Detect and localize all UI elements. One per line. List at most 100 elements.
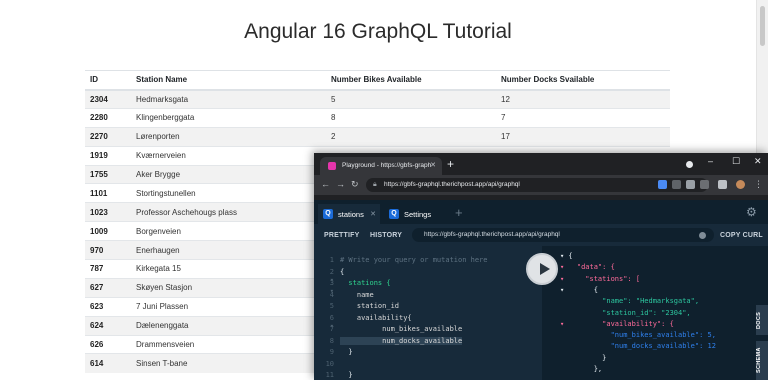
code-line: stations {: [340, 279, 391, 287]
column-header-docks-available: Number Docks Svailable: [496, 70, 670, 91]
cell-station-name: Borgenveien: [131, 221, 326, 241]
address-bar-url: https://gbfs-graphql.therichpost.app/api…: [384, 181, 520, 188]
cell-station-name: Klingenberggata: [131, 107, 326, 128]
cell-id: 1009: [85, 221, 131, 241]
cell-id: 614: [85, 353, 131, 373]
cell-station-name: Aker Brygge: [131, 164, 326, 184]
page-title: Angular 16 GraphQL Tutorial: [244, 20, 512, 43]
copy-curl-button[interactable]: COPY CURL: [716, 229, 767, 242]
endpoint-url: https://gbfs-graphql.therichpost.app/api…: [424, 231, 560, 238]
history-button[interactable]: HISTORY: [366, 229, 406, 242]
code-line: }: [340, 371, 353, 379]
result-line: }: [560, 353, 607, 362]
extension-icon[interactable]: [658, 180, 667, 189]
line-number: 4: [329, 290, 334, 299]
back-arrow-icon[interactable]: ←: [321, 179, 330, 189]
table-row: 2280 Klingenberggata 8 7: [85, 107, 670, 128]
cell-id: 2304: [85, 89, 131, 109]
cell-station-name: Sinsen T-bane: [131, 353, 326, 373]
table-row: 2270 Lørenporten 2 17: [85, 126, 670, 147]
graphql-favicon-icon: [328, 162, 336, 170]
cell-id: 626: [85, 334, 131, 354]
cell-id: 970: [85, 240, 131, 260]
cell-id: 2280: [85, 107, 131, 128]
profile-avatar[interactable]: [736, 180, 745, 189]
extension-icon[interactable]: [672, 180, 681, 189]
code-line: {: [340, 267, 345, 276]
code-line: num_docks_available: [340, 336, 463, 345]
cell-station-name: Kirkegata 15: [131, 259, 326, 279]
line-number: 7: [329, 325, 334, 333]
result-line: },: [560, 365, 603, 373]
cell-id: 1755: [85, 164, 131, 184]
code-line: # Write your query or mutation here: [340, 256, 488, 264]
cell-id: 1101: [85, 183, 131, 203]
gear-icon[interactable]: ⚙: [746, 205, 757, 219]
recording-indicator-icon: [686, 161, 693, 168]
cell-station-name: Skøyen Stasjon: [131, 277, 326, 298]
cell-id: 627: [85, 277, 131, 298]
result-line: "station_id": "2304",: [560, 308, 691, 317]
close-window-button[interactable]: ✕: [754, 156, 762, 167]
execute-query-button[interactable]: [526, 253, 558, 285]
query-icon: Q: [389, 209, 399, 219]
line-number: 5: [329, 302, 334, 310]
cell-station-name: Stortingstunellen: [131, 183, 326, 203]
cell-station-name: Kværnerveien: [131, 145, 326, 166]
address-bar[interactable]: 🔒︎ https://gbfs-graphql.therichpost.app/…: [366, 178, 708, 192]
cell-station-name: Hedmarksgata: [131, 89, 326, 109]
cell-docks-available: 17: [496, 126, 670, 147]
line-number: 8: [329, 336, 334, 345]
extension-icon[interactable]: [686, 180, 695, 189]
tab-settings[interactable]: Q Settings: [384, 204, 448, 224]
result-line: ▾ {: [560, 285, 598, 294]
cell-id: 623: [85, 296, 131, 317]
cell-station-name: Professor Aschehougs plass: [131, 202, 326, 222]
forward-arrow-icon[interactable]: →: [336, 179, 345, 189]
close-tab-icon[interactable]: ✕: [370, 210, 376, 218]
playground-toolbar: PRETTIFY HISTORY https://gbfs-graphql.th…: [314, 224, 768, 246]
result-line: "name": "Hedmarksgata",: [560, 297, 700, 306]
browser-toolbar: ← → ↻ 🔒︎ https://gbfs-graphql.therichpos…: [314, 175, 768, 195]
column-header-bikes-available: Number Bikes Available: [326, 70, 496, 91]
scrollbar-thumb[interactable]: [760, 6, 765, 46]
lock-icon: 🔒︎: [373, 181, 377, 188]
result-line: ▾ "availability": {: [560, 319, 674, 328]
tab-stations[interactable]: Q stations ✕: [318, 204, 380, 224]
cell-station-name: 7 Juni Plassen: [131, 296, 326, 317]
query-icon: Q: [323, 209, 333, 219]
cell-station-name: Dælenenggata: [131, 315, 326, 336]
kebab-menu-icon[interactable]: ⋮: [754, 179, 763, 190]
code-line: name: [340, 290, 374, 299]
cell-bikes-available: 2: [326, 126, 496, 147]
docs-tab[interactable]: DOCS: [756, 305, 768, 335]
cell-id: 2270: [85, 126, 131, 147]
endpoint-input[interactable]: https://gbfs-graphql.therichpost.app/api…: [412, 228, 714, 242]
browser-tab-strip: Playground - https://gbfs-graph ✕ + – ☐ …: [314, 153, 768, 175]
result-line: ▾ "data": {: [560, 263, 615, 272]
cell-id: 624: [85, 315, 131, 336]
query-editor[interactable]: 1 # Write your query or mutation here 2 ▾{…: [314, 246, 542, 380]
tab-label: Settings: [404, 210, 432, 219]
puzzle-extensions-icon[interactable]: [718, 180, 727, 189]
code-line: num_bikes_available: [340, 325, 463, 333]
playground-tab-bar: Q stations ✕ Q Settings + ⚙: [314, 200, 768, 224]
browser-tab[interactable]: Playground - https://gbfs-graph ✕: [320, 157, 442, 175]
line-number: 11: [325, 371, 334, 379]
code-line: }: [340, 348, 353, 356]
extension-icon[interactable]: [700, 180, 709, 189]
close-tab-icon[interactable]: ✕: [430, 161, 436, 169]
schema-tab[interactable]: SCHEMA: [756, 341, 768, 380]
new-tab-button[interactable]: +: [447, 158, 454, 170]
reload-icon[interactable]: ↻: [351, 179, 359, 190]
line-number: 9: [329, 348, 334, 356]
cell-id: 1023: [85, 202, 131, 222]
cell-station-name: Drammensveien: [131, 334, 326, 354]
column-header-id: ID: [85, 70, 131, 91]
prettify-button[interactable]: PRETTIFY: [320, 229, 363, 242]
minimize-button[interactable]: –: [708, 156, 713, 166]
column-header-station-name: Station Name: [131, 70, 326, 91]
add-tab-button[interactable]: +: [455, 206, 463, 219]
result-viewer: ▾ {▾ "data": {▾ "stations": [▾ { "name":…: [542, 246, 768, 380]
maximize-button[interactable]: ☐: [732, 156, 740, 167]
